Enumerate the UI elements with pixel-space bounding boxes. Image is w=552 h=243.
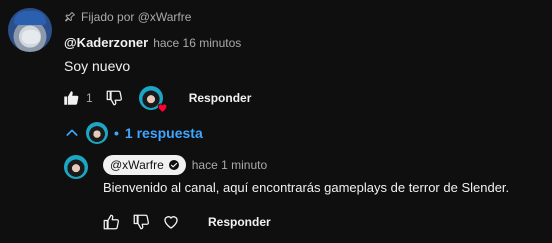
comment-author[interactable]: @Kaderzoner bbox=[64, 35, 148, 50]
replies-count-label: 1 respuesta bbox=[124, 125, 203, 141]
thumbs-down-icon bbox=[106, 90, 122, 106]
dislike-button[interactable] bbox=[130, 211, 152, 233]
chevron-up-icon bbox=[66, 129, 78, 136]
avatar bbox=[86, 122, 108, 144]
like-button[interactable] bbox=[100, 211, 122, 233]
separator-dot: • bbox=[114, 125, 119, 141]
reply-button[interactable]: Responder bbox=[189, 91, 252, 105]
creator-heart[interactable] bbox=[138, 86, 167, 113]
verified-icon bbox=[168, 160, 179, 170]
pin-icon bbox=[65, 12, 75, 22]
reply-timestamp[interactable]: hace 1 minuto bbox=[192, 158, 267, 172]
reply-text: Bienvenido al canal, aquí encontrarás ga… bbox=[103, 180, 510, 195]
thumbs-up-icon bbox=[64, 91, 79, 105]
reply-actions: Responder bbox=[100, 209, 271, 235]
channel-owner-badge[interactable]: @xWarfre bbox=[103, 155, 186, 175]
heart-button[interactable] bbox=[160, 211, 182, 233]
reply-author: @xWarfre bbox=[110, 158, 164, 172]
heart-icon bbox=[157, 103, 167, 113]
pinned-label: Fijado por @xWarfre bbox=[81, 10, 192, 24]
reply-header: @xWarfre hace 1 minuto bbox=[103, 155, 267, 175]
comment-text: Soy nuevo bbox=[64, 58, 131, 74]
avatar[interactable] bbox=[8, 8, 52, 52]
thumbs-down-icon bbox=[133, 214, 150, 230]
dislike-button[interactable] bbox=[103, 87, 125, 109]
like-count: 1 bbox=[86, 91, 93, 105]
reply-button[interactable]: Responder bbox=[208, 215, 271, 229]
pinned-indicator: Fijado por @xWarfre bbox=[64, 9, 191, 25]
comment-timestamp[interactable]: hace 16 minutos bbox=[153, 36, 241, 50]
heart-outline-icon bbox=[164, 216, 178, 229]
comment-actions: 1 Responder bbox=[60, 84, 252, 113]
comment-thread: Fijado por @xWarfre @Kaderzoner hace 16 … bbox=[0, 0, 552, 243]
avatar[interactable] bbox=[64, 155, 88, 179]
comment-header: @Kaderzoner hace 16 minutos bbox=[64, 35, 241, 50]
like-button[interactable] bbox=[60, 87, 82, 109]
thumbs-up-icon bbox=[103, 214, 120, 230]
replies-toggle[interactable]: • 1 respuesta bbox=[64, 121, 203, 145]
